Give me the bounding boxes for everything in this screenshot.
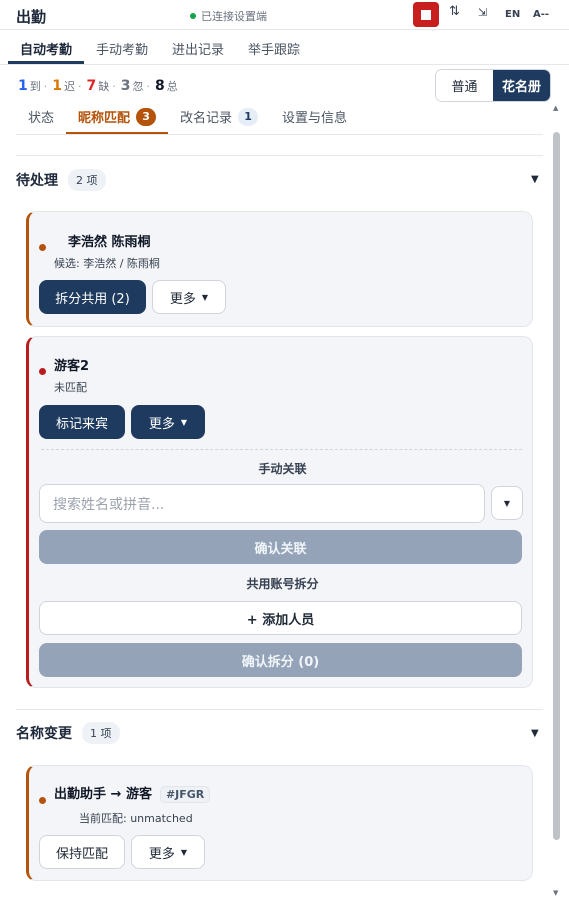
connected-dot-icon [190, 13, 196, 19]
rename-section-header[interactable]: 名称变更 1 项 [16, 722, 120, 744]
card-match-status: 未匹配 [54, 381, 87, 394]
tab-auto-attendance[interactable]: 自动考勤 [20, 39, 72, 58]
total-label: 总 [166, 80, 178, 93]
scrollbar-thumb[interactable] [553, 132, 560, 840]
connection-status-text: 已连接设置端 [201, 10, 267, 23]
card-nickname: 李浩然 陈雨桐 [68, 235, 151, 250]
connection-status: 已连接设置端 [190, 8, 267, 24]
add-person-button[interactable]: + 添加人员 [39, 601, 522, 635]
view-roster-button[interactable]: 花名册 [493, 70, 550, 101]
user-tag: #JFGR [159, 786, 211, 803]
subtab-settings-info-label: 设置与信息 [282, 111, 348, 126]
split-shared-button[interactable]: 拆分共用 (2) [39, 280, 146, 314]
split-account-heading: 共用账号拆分 [246, 577, 319, 591]
rename-log-count-badge: 1 [238, 107, 259, 126]
ignored-label: 忽 [132, 80, 144, 93]
subtab-settings-info[interactable]: 设置与信息 [282, 107, 347, 126]
active-subtab-indicator [66, 132, 168, 134]
late-count: 1 [52, 78, 62, 94]
stop-icon [421, 9, 431, 20]
content-panel: 状态 昵称匹配 3 改名记录 1 设置与信息 待处理 2 项 ▼ 李浩然 陈雨桐… [0, 102, 550, 901]
sub-tabs: 状态 昵称匹配 3 改名记录 1 设置与信息 [16, 102, 543, 135]
keep-match-button[interactable]: 保持匹配 [39, 835, 125, 869]
sort-icon[interactable]: ⇅ [449, 4, 460, 19]
chevron-down-icon: ▼ [180, 417, 188, 427]
rename-names: 出勤助手 → 游客 [54, 787, 152, 802]
pending-count: 2 项 [68, 169, 106, 191]
rename-collapse-icon[interactable]: ▼ [531, 728, 539, 739]
subtab-rename-log[interactable]: 改名记录 1 [180, 107, 259, 126]
rename-change: 出勤助手 → 游客 #JFGR [54, 783, 211, 803]
match-card-1: 李浩然 陈雨桐 候选: 李浩然 / 陈雨桐 拆分共用 (2) 更多 ▼ [26, 211, 533, 327]
main-tabs: 自动考勤 手动考勤 进出记录 举手跟踪 [0, 30, 569, 65]
confirm-split-button[interactable]: 确认拆分 (0) [39, 643, 522, 677]
match-card-2: 游客2 未匹配 标记来宾 更多 ▼ 手动关联 搜索姓名或拼音... ▼ 确认关联… [26, 336, 533, 688]
status-dot-icon [39, 368, 46, 375]
more-button-label: 更多 [148, 846, 175, 862]
ignored-count: 3 [120, 78, 131, 94]
pending-title: 待处理 [16, 173, 58, 189]
rename-count: 1 项 [82, 722, 120, 744]
section-divider [16, 155, 543, 156]
manual-link-heading: 手动关联 [258, 462, 307, 476]
tab-entry-exit-log[interactable]: 进出记录 [172, 39, 224, 58]
subtab-status-label: 状态 [28, 111, 55, 126]
present-label: 到 [29, 80, 41, 93]
chevron-down-icon: ▼ [201, 292, 209, 302]
pending-section-header[interactable]: 待处理 2 项 [16, 169, 106, 191]
subtab-status[interactable]: 状态 [28, 107, 54, 126]
attendance-stats: 1 到 · 1 迟 · 7 缺 · 3 忽 · 8 总 [18, 78, 178, 94]
rename-title: 名称变更 [16, 726, 72, 742]
chevron-down-icon: ▼ [180, 847, 188, 857]
view-normal-button[interactable]: 普通 [436, 70, 493, 101]
card-candidates: 候选: 李浩然 / 陈雨桐 [54, 257, 160, 270]
minimize-icon[interactable]: ⇲ [478, 6, 487, 19]
mark-guest-button[interactable]: 标记来宾 [39, 405, 125, 439]
active-tab-indicator [8, 61, 84, 64]
more-button-label: 更多 [148, 416, 175, 432]
subtab-nickname-match[interactable]: 昵称匹配 3 [78, 107, 157, 126]
absent-label: 缺 [98, 80, 110, 93]
more-button[interactable]: 更多 ▼ [131, 835, 205, 869]
late-label: 迟 [64, 80, 75, 93]
absent-count: 7 [86, 78, 97, 94]
stop-button[interactable] [413, 2, 439, 27]
card-nickname: 游客2 [54, 359, 90, 374]
search-name-input[interactable]: 搜索姓名或拼音... [39, 484, 485, 523]
nickname-match-count-badge: 3 [136, 107, 157, 126]
chevron-down-icon[interactable]: ▼ [491, 486, 523, 520]
view-toggle: 普通 花名册 [435, 69, 551, 102]
font-size-button[interactable]: A-- [533, 9, 549, 20]
section-divider [16, 709, 543, 710]
confirm-link-button[interactable]: 确认关联 [39, 530, 522, 564]
dashed-divider [41, 449, 522, 450]
app-title: 出勤 [16, 8, 47, 26]
present-count: 1 [18, 78, 28, 94]
more-button-label: 更多 [169, 291, 196, 307]
subtab-nickname-match-label: 昵称匹配 [78, 111, 131, 126]
scroll-up-arrow-icon[interactable]: ▲ [553, 104, 558, 112]
total-count: 8 [155, 78, 165, 94]
current-match: 当前匹配: unmatched [79, 812, 193, 825]
status-dot-icon [39, 797, 46, 804]
top-bar: 出勤 已连接设置端 ⇅ ⇲ EN A-- [0, 0, 569, 30]
more-button[interactable]: 更多 ▼ [152, 280, 226, 314]
rename-card: 出勤助手 → 游客 #JFGR 当前匹配: unmatched 保持匹配 更多 ▼ [26, 765, 533, 881]
more-button[interactable]: 更多 ▼ [131, 405, 205, 439]
language-button[interactable]: EN [505, 9, 520, 20]
subtab-rename-log-label: 改名记录 [180, 111, 233, 126]
tab-hand-raise[interactable]: 举手跟踪 [248, 39, 300, 58]
pending-collapse-icon[interactable]: ▼ [531, 174, 539, 185]
tab-manual-attendance[interactable]: 手动考勤 [96, 39, 148, 58]
status-dot-icon [39, 244, 46, 251]
scroll-down-arrow-icon[interactable]: ▼ [553, 889, 558, 897]
